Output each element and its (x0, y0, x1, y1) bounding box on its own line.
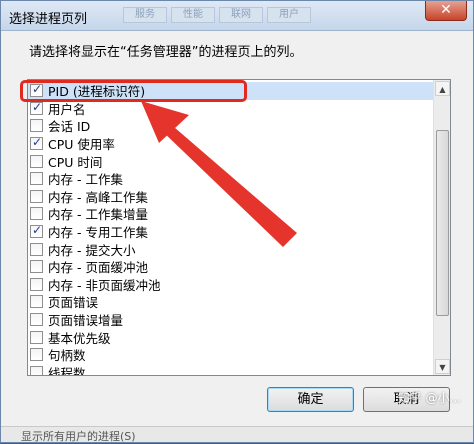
close-icon: ✕ (440, 2, 452, 18)
background-tab-users: 用户 (267, 7, 311, 23)
column-option-row[interactable]: 内存 - 工作集 (28, 170, 434, 188)
column-option-row[interactable]: 内存 - 工作集增量 (28, 205, 434, 223)
column-option-label: 内存 - 非页面缓冲池 (48, 277, 161, 293)
background-tab-services: 服务 (123, 7, 167, 23)
column-option-row[interactable]: 内存 - 页面缓冲池 (28, 258, 434, 276)
column-option-row[interactable]: CPU 时间 (28, 152, 434, 170)
column-option-label: 内存 - 高峰工作集 (48, 189, 148, 205)
column-option-row[interactable]: 内存 - 提交大小 (28, 240, 434, 258)
background-tab-performance: 性能 (171, 7, 215, 23)
column-option-row[interactable]: 页面错误增量 (28, 311, 434, 329)
column-option-label: 基本优先级 (48, 330, 111, 346)
column-option-label: CPU 使用率 (48, 137, 115, 153)
column-option-row[interactable]: 会话 ID (28, 117, 434, 135)
column-option-row[interactable]: 内存 - 高峰工作集 (28, 188, 434, 206)
column-option-label: 句柄数 (48, 348, 86, 364)
column-option-label: 内存 - 专用工作集 (48, 225, 148, 241)
column-option-row[interactable]: 基本优先级 (28, 328, 434, 346)
column-checkbox[interactable] (30, 207, 43, 221)
column-checkbox[interactable] (30, 277, 43, 291)
background-tabs: 服务 性能 联网 用户 (123, 7, 311, 25)
column-option-row[interactable]: 用户名 (28, 100, 434, 118)
column-checkbox[interactable] (30, 172, 43, 186)
title-bar: 选择进程页列 服务 性能 联网 用户 ✕ (1, 1, 473, 31)
column-checkbox[interactable] (30, 154, 43, 168)
column-option-row[interactable]: 线程数 (28, 364, 434, 376)
column-option-row[interactable]: CPU 使用率 (28, 135, 434, 153)
column-option-label: 内存 - 工作集增量 (48, 207, 148, 223)
annotation-highlight-box (20, 80, 247, 102)
show-all-processes-label: 显示所有用户的进程(S) (21, 430, 136, 443)
column-checkbox[interactable] (30, 365, 43, 375)
column-checkbox[interactable] (30, 100, 43, 115)
column-option-row[interactable]: 内存 - 专用工作集 (28, 223, 434, 241)
scroll-up-icon[interactable]: ▲ (435, 81, 450, 96)
column-option-row[interactable]: 句柄数 (28, 346, 434, 364)
close-button[interactable]: ✕ (425, 1, 467, 21)
footer-strip: 显示所有用户的进程(S) (1, 426, 473, 443)
column-option-label: 页面错误增量 (48, 313, 124, 329)
columns-list: PID (进程标识符)用户名会话 IDCPU 使用率CPU 时间内存 - 工作集… (28, 82, 434, 376)
column-option-label: 内存 - 提交大小 (48, 242, 136, 258)
column-option-label: 线程数 (48, 365, 86, 376)
column-option-row[interactable]: 内存 - 非页面缓冲池 (28, 276, 434, 294)
watermark: 知乎 @小... (397, 391, 461, 405)
scrollbar-thumb[interactable] (436, 130, 449, 316)
scroll-down-icon[interactable]: ▼ (435, 359, 450, 374)
background-tab-networking: 联网 (219, 7, 263, 23)
column-checkbox[interactable] (30, 260, 43, 274)
column-option-label: 内存 - 页面缓冲池 (48, 260, 148, 276)
column-checkbox[interactable] (30, 330, 43, 344)
column-checkbox[interactable] (30, 189, 43, 203)
column-option-label: 会话 ID (48, 119, 91, 135)
column-checkbox[interactable] (30, 119, 43, 133)
column-option-row[interactable]: 页面错误 (28, 293, 434, 311)
column-option-label: 内存 - 工作集 (48, 172, 123, 188)
dialog-title: 选择进程页列 (9, 12, 88, 27)
column-checkbox[interactable] (30, 135, 43, 151)
ok-button[interactable]: 确定 (267, 387, 354, 412)
column-checkbox[interactable] (30, 295, 43, 309)
column-checkbox[interactable] (30, 348, 43, 362)
select-columns-dialog: 选择进程页列 服务 性能 联网 用户 ✕ 请选择将显示在“任务管理器”的进程页上… (0, 0, 474, 443)
vertical-scrollbar[interactable]: ▲ ▼ (433, 80, 450, 375)
column-checkbox[interactable] (30, 242, 43, 256)
instructions-text: 请选择将显示在“任务管理器”的进程页上的列。 (29, 45, 303, 60)
column-option-label: CPU 时间 (48, 154, 103, 170)
column-option-label: 页面错误 (48, 295, 99, 311)
columns-listbox[interactable]: PID (进程标识符)用户名会话 IDCPU 使用率CPU 时间内存 - 工作集… (27, 79, 451, 376)
column-checkbox[interactable] (30, 313, 43, 327)
column-checkbox[interactable] (30, 223, 43, 239)
